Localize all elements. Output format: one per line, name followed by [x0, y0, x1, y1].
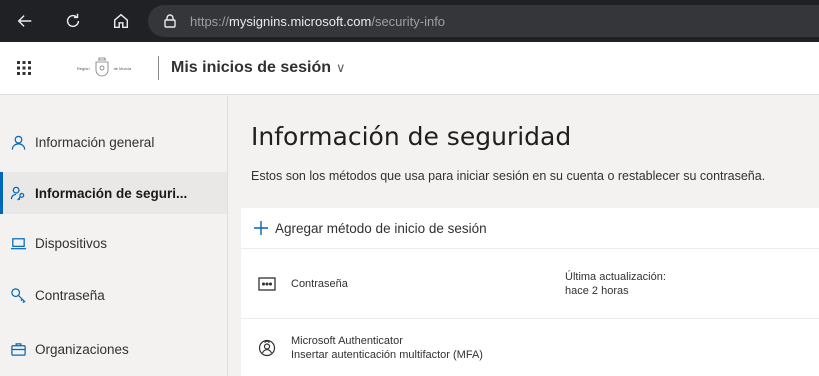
header-divider — [158, 56, 159, 80]
method-detail: Última actualización: hace 2 horas — [565, 270, 666, 298]
page-title: Información de seguridad — [251, 122, 572, 151]
laptop-icon — [8, 233, 28, 253]
main-content: Información de seguridad Estos son los m… — [229, 96, 819, 376]
detail-label: Última actualización: — [565, 271, 666, 283]
sidebar-item-label: Contraseña — [35, 287, 105, 303]
password-dots-icon — [257, 274, 277, 294]
sidebar-item-overview[interactable]: Información general — [0, 121, 227, 163]
browser-toolbar: https://mysignins.microsoft.com/security… — [0, 0, 819, 42]
organization-logo: Región de Murcia — [58, 53, 150, 83]
sidebar: Información general Información de segur… — [0, 96, 228, 376]
briefcase-icon — [8, 339, 28, 359]
org-logo-text-right: de Murcia — [113, 65, 132, 71]
method-subtitle: Insertar autenticación multifactor (MFA) — [291, 348, 483, 361]
org-logo-text-left: Región — [76, 65, 90, 71]
waffle-icon — [17, 61, 31, 75]
sidebar-item-organizations[interactable]: Organizaciones — [0, 328, 227, 370]
url-text: https://mysignins.microsoft.com/security… — [190, 14, 445, 29]
add-sign-in-method-button[interactable]: Agregar método de inicio de sesión — [241, 208, 819, 249]
app-header: Región de Murcia Mis inicios de sesión ∨ — [0, 42, 819, 95]
sidebar-item-password[interactable]: Contraseña — [0, 274, 227, 316]
home-icon — [113, 13, 129, 29]
method-row-password: Contraseña Última actualización: hace 2 … — [241, 249, 819, 319]
address-bar[interactable]: https://mysignins.microsoft.com/security… — [148, 5, 819, 37]
authenticator-icon — [257, 338, 277, 358]
method-row-authenticator: Microsoft Authenticator Insertar autenti… — [241, 319, 819, 376]
method-text: Microsoft Authenticator Insertar autenti… — [291, 334, 483, 362]
refresh-icon — [66, 13, 80, 28]
sidebar-item-security-info[interactable]: Información de seguri... — [0, 172, 227, 214]
security-methods-card: Agregar método de inicio de sesión Contr… — [241, 208, 819, 376]
sidebar-item-label: Dispositivos — [35, 235, 108, 251]
sidebar-item-label: Información general — [35, 134, 155, 150]
person-key-icon — [8, 183, 28, 203]
detail-value: hace 2 horas — [565, 285, 629, 297]
sidebar-item-label: Información de seguri... — [35, 185, 188, 201]
method-name: Contraseña — [291, 277, 348, 290]
back-button[interactable] — [14, 10, 36, 32]
app-launcher-button[interactable] — [0, 42, 48, 95]
plus-icon — [254, 221, 268, 235]
arrow-left-icon — [17, 15, 32, 27]
url-host: mysignins.microsoft.com — [229, 13, 372, 29]
app-title-menu[interactable]: Mis inicios de sesión ∨ — [171, 59, 346, 77]
sidebar-item-devices[interactable]: Dispositivos — [0, 222, 227, 264]
lock-icon — [164, 14, 176, 28]
app-title: Mis inicios de sesión — [171, 59, 332, 76]
add-method-label: Agregar método de inicio de sesión — [275, 220, 487, 236]
key-icon — [8, 285, 28, 305]
page-description: Estos son los métodos que usa para inici… — [251, 169, 766, 183]
url-path: /security-info — [371, 13, 446, 29]
chevron-down-icon: ∨ — [336, 60, 346, 75]
url-prefix: https:// — [190, 13, 230, 29]
home-button[interactable] — [110, 10, 132, 32]
sidebar-item-label: Organizaciones — [35, 341, 129, 357]
method-name: Microsoft Authenticator — [291, 334, 403, 347]
person-icon — [8, 132, 28, 152]
coat-of-arms-icon — [95, 57, 108, 77]
refresh-button[interactable] — [62, 10, 84, 32]
